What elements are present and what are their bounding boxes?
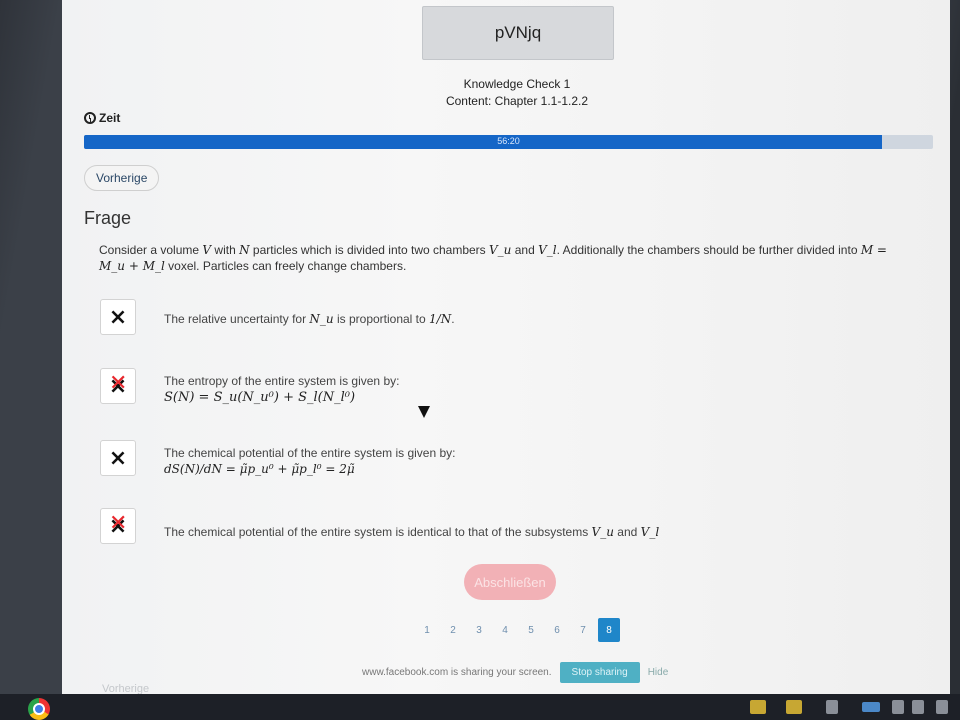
- page-link[interactable]: 6: [544, 618, 570, 642]
- x-mark-icon: ×: [108, 373, 128, 399]
- chrome-icon[interactable]: [28, 698, 50, 720]
- answer-toggle-1[interactable]: ×: [100, 299, 136, 335]
- settings-icon[interactable]: [936, 700, 948, 714]
- timer-text: Zeit: [99, 111, 121, 125]
- answer-text-2: The entropy of the entire system is give…: [164, 374, 400, 405]
- screen-share-bar: www.facebook.com is sharing your screen.…: [362, 660, 692, 684]
- answer-option-3[interactable]: × The chemical potential of the entire s…: [100, 440, 880, 480]
- network-icon[interactable]: [892, 700, 904, 714]
- answer-toggle-4[interactable]: ×: [100, 508, 136, 544]
- pagination: 1 2 3 4 5 6 7 8: [414, 618, 620, 642]
- tray-app-icon[interactable]: [786, 700, 802, 714]
- volume-icon[interactable]: [912, 700, 924, 714]
- stop-sharing-button[interactable]: Stop sharing: [559, 661, 640, 683]
- time-remaining: 56:20: [497, 136, 520, 146]
- submit-button[interactable]: Abschließen: [464, 564, 556, 600]
- tray-app-icon[interactable]: [750, 700, 766, 714]
- mouse-cursor-icon: [418, 406, 430, 418]
- timer-progress-bar: 56:20: [84, 135, 933, 149]
- quiz-title: pVNjq: [422, 6, 614, 60]
- page-link[interactable]: 7: [570, 618, 596, 642]
- x-mark-icon: ×: [108, 445, 128, 471]
- clock-icon: [84, 112, 96, 124]
- x-mark-icon: ×: [108, 513, 128, 539]
- tray-app-icon[interactable]: [862, 702, 880, 712]
- hide-link[interactable]: Hide: [648, 667, 669, 678]
- taskbar: [0, 694, 960, 720]
- answer-text-1: The relative uncertainty for N_u is prop…: [164, 312, 455, 326]
- x-mark-icon: ×: [108, 304, 128, 330]
- answer-option-1[interactable]: × The relative uncertainty for N_u is pr…: [100, 299, 880, 339]
- knowledge-check-label: Knowledge Check 1: [463, 77, 571, 91]
- tray-app-icon[interactable]: [826, 700, 838, 714]
- page-link-active[interactable]: 8: [598, 618, 620, 642]
- page-link[interactable]: 5: [518, 618, 544, 642]
- answer-text-4: The chemical potential of the entire sys…: [164, 525, 660, 539]
- answer-toggle-2[interactable]: ×: [100, 368, 136, 404]
- answer-option-4[interactable]: × The chemical potential of the entire s…: [100, 508, 880, 548]
- quiz-page: pVNjq Knowledge Check 1 Content: Chapter…: [62, 0, 950, 695]
- answer-option-2[interactable]: × The entropy of the entire system is gi…: [100, 368, 880, 408]
- content-label: Content: Chapter 1.1-1.2.2: [445, 94, 589, 108]
- page-link[interactable]: 4: [492, 618, 518, 642]
- question-heading: Frage: [84, 208, 132, 228]
- share-message: www.facebook.com is sharing your screen.: [362, 666, 552, 678]
- previous-button[interactable]: Vorherige: [84, 165, 160, 191]
- answer-toggle-3[interactable]: ×: [100, 440, 136, 476]
- page-link[interactable]: 3: [466, 618, 492, 642]
- page-link[interactable]: 1: [414, 618, 440, 642]
- answer-text-3: The chemical potential of the entire sys…: [164, 446, 456, 476]
- timer-label: Zeit: [84, 111, 120, 125]
- question-text: Consider a volume V with N particles whi…: [99, 243, 887, 273]
- page-link[interactable]: 2: [440, 618, 466, 642]
